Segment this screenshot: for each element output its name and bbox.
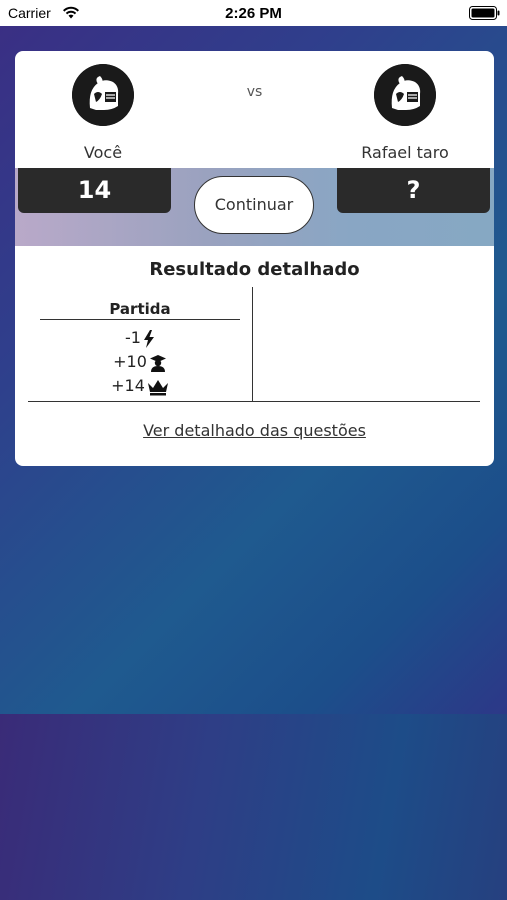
result-row: -1 xyxy=(40,327,240,349)
result-row: +10 xyxy=(40,351,240,373)
column-header-underline xyxy=(40,319,240,320)
column-header-partida: Partida xyxy=(109,300,171,318)
player-name-left: Você xyxy=(83,143,123,162)
match-result-card: vs Você Rafael taro 14 ? Continuar Resul… xyxy=(15,51,494,466)
result-row: +14 xyxy=(40,375,240,397)
question-details-link[interactable]: Ver detalhado das questões xyxy=(15,421,494,440)
table-divider-vertical xyxy=(252,287,253,401)
result-value: +10 xyxy=(113,352,147,371)
result-value: +14 xyxy=(111,376,145,395)
continue-button[interactable]: Continuar xyxy=(194,176,314,234)
app-background-lower xyxy=(0,714,507,900)
crown-icon xyxy=(147,379,168,395)
result-value: -1 xyxy=(125,328,141,347)
graduate-icon xyxy=(149,354,166,372)
table-divider-horizontal xyxy=(28,401,480,402)
player-score-right: ? xyxy=(337,168,490,213)
clock: 2:26 PM xyxy=(225,5,282,22)
battery-icon xyxy=(469,6,500,20)
results-title: Resultado detalhado xyxy=(149,259,360,280)
knight-helmet-icon xyxy=(374,64,436,126)
player-score-left: 14 xyxy=(18,168,171,213)
lightning-icon xyxy=(143,329,154,348)
player-name-right: Rafael taro xyxy=(361,143,449,162)
status-bar: Carrier 2:26 PM xyxy=(0,0,507,26)
